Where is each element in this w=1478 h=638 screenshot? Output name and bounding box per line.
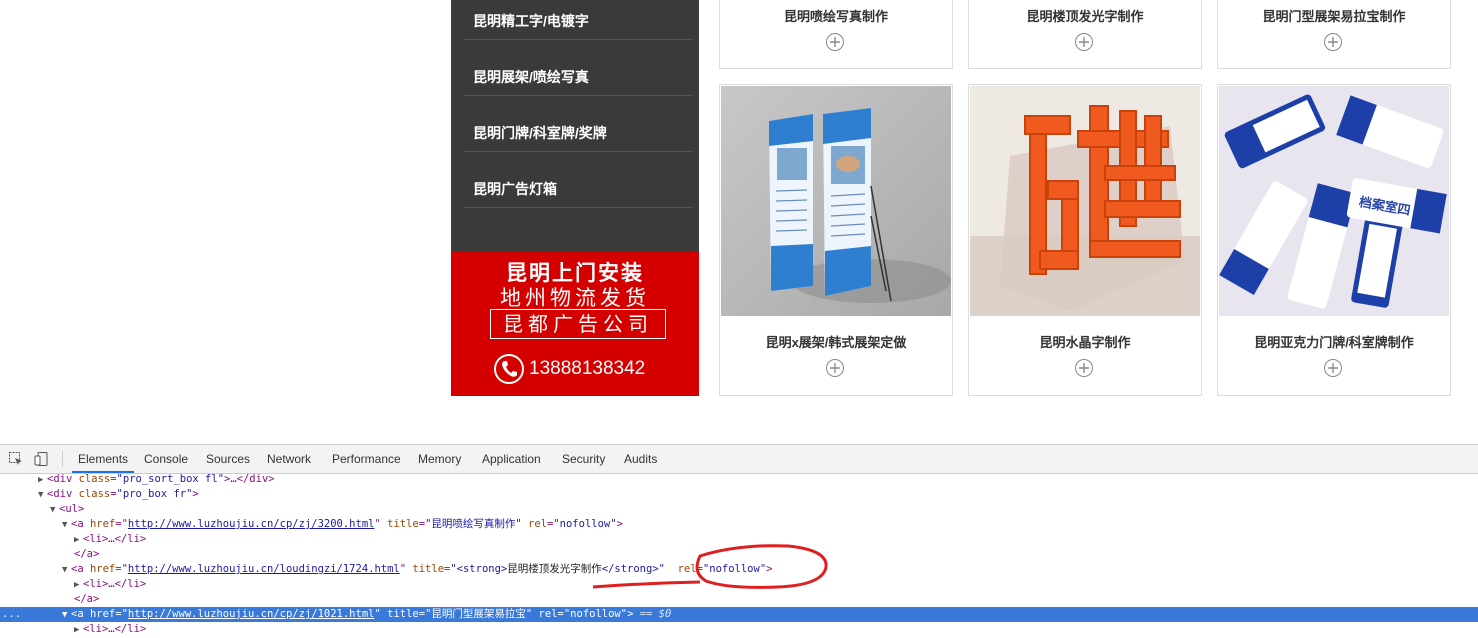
sidebar-item-jinggongzi[interactable]: 昆明精工字/电镀字 xyxy=(463,0,693,40)
contact-banner[interactable]: 昆明上门安装 地州物流发货 昆都广告公司 13888138342 xyxy=(451,251,699,396)
href-link[interactable]: http://www.luzhoujiu.cn/loudingzi/1724.h… xyxy=(128,563,400,575)
tab-sources[interactable]: Sources xyxy=(206,445,250,472)
tab-security[interactable]: Security xyxy=(562,445,605,472)
dom-node-li-3[interactable]: ▶ <li>…</li> xyxy=(0,622,1478,637)
dom-node-pro-box[interactable]: ▼ <div class="pro_box fr"> xyxy=(0,487,1478,502)
product-title: 昆明亚克力门牌/科室牌制作 xyxy=(1254,335,1414,350)
more-options-dots[interactable]: ... xyxy=(2,607,21,622)
href-link[interactable]: http://www.luzhoujiu.cn/cp/zj/1021.html xyxy=(128,608,375,620)
sidebar-item-label: 昆明精工字/电镀字 xyxy=(473,13,589,29)
sidebar-item-dengxiang[interactable]: 昆明广告灯箱 xyxy=(463,152,693,208)
inspect-element-icon[interactable] xyxy=(8,451,24,467)
tab-application[interactable]: Application xyxy=(482,445,541,472)
phone-number: 13888138342 xyxy=(529,358,646,379)
plus-circle-icon[interactable] xyxy=(826,359,844,377)
category-sidebar: 昆明精工字/电镀字 昆明展架/喷绘写真 昆明门牌/科室牌/奖牌 昆明广告灯箱 xyxy=(451,0,699,251)
devtools-toolbar: Elements Console Sources Network Perform… xyxy=(0,445,1478,474)
banner-company-name: 昆都广告公司 xyxy=(490,309,666,339)
phone-icon xyxy=(494,354,524,384)
product-card-loudingzi[interactable]: 昆明楼顶发光字制作 xyxy=(968,0,1202,69)
tab-network[interactable]: Network xyxy=(267,445,311,472)
tab-memory[interactable]: Memory xyxy=(418,445,461,472)
sidebar-item-label: 昆明展架/喷绘写真 xyxy=(473,69,589,85)
tab-performance[interactable]: Performance xyxy=(332,445,401,472)
product-image-x-banner xyxy=(721,86,951,316)
dom-node-pro-sort-box[interactable]: ▶ <div class="pro_sort_box fl">…</div> xyxy=(0,472,1478,487)
product-image-crystal-letters xyxy=(970,86,1200,316)
plus-circle-icon[interactable] xyxy=(1324,359,1342,377)
href-link[interactable]: http://www.luzhoujiu.cn/cp/zj/3200.html xyxy=(128,518,375,530)
device-toolbar-icon[interactable] xyxy=(34,451,50,467)
tab-audits[interactable]: Audits xyxy=(624,445,657,472)
devtools-panel: Elements Console Sources Network Perform… xyxy=(0,444,1478,635)
plus-circle-icon[interactable] xyxy=(1075,359,1093,377)
plus-circle-icon[interactable] xyxy=(826,33,844,51)
product-card-yakeli[interactable]: 档案室四 昆明亚克力门牌/科室牌制作 xyxy=(1217,84,1451,396)
product-title: 昆明x展架/韩式展架定做 xyxy=(765,335,907,350)
sidebar-item-zhanjia[interactable]: 昆明展架/喷绘写真 xyxy=(463,40,693,96)
product-card-penhui[interactable]: 昆明喷绘写真制作 xyxy=(719,0,953,69)
red-annotation-circle xyxy=(592,544,828,589)
product-title: 昆明水晶字制作 xyxy=(1039,335,1131,350)
product-image-door-plates: 档案室四 xyxy=(1219,86,1449,316)
dom-node-a-3-selected[interactable]: ... ▼ <a href="http://www.luzhoujiu.cn/cp/… xyxy=(0,607,1478,622)
product-card-xzhanjia[interactable]: 昆明x展架/韩式展架定做 xyxy=(719,84,953,396)
banner-logistics-text: 地州物流发货 xyxy=(500,286,650,310)
tab-console[interactable]: Console xyxy=(144,445,188,472)
product-title: 昆明喷绘写真制作 xyxy=(783,9,888,24)
tab-elements[interactable]: Elements xyxy=(72,445,135,473)
sidebar-item-label: 昆明门牌/科室牌/奖牌 xyxy=(473,125,607,141)
sidebar-item-menpai[interactable]: 昆明门牌/科室牌/奖牌 xyxy=(463,96,693,152)
dom-node-ul[interactable]: ▼ <ul> xyxy=(0,502,1478,517)
product-card-yilabao[interactable]: 昆明门型展架易拉宝制作 xyxy=(1217,0,1451,69)
product-card-shuijingzi[interactable]: 昆明水晶字制作 xyxy=(968,84,1202,396)
banner-phone: 13888138342 xyxy=(493,351,645,387)
sidebar-item-label: 昆明广告灯箱 xyxy=(473,181,557,197)
product-title: 昆明楼顶发光字制作 xyxy=(1026,9,1144,24)
plus-circle-icon[interactable] xyxy=(1324,33,1342,51)
product-title: 昆明门型展架易拉宝制作 xyxy=(1262,9,1406,24)
toolbar-divider xyxy=(62,451,63,467)
dom-node-a-1[interactable]: ▼ <a href="http://www.luzhoujiu.cn/cp/zj/… xyxy=(0,517,1478,532)
plus-circle-icon[interactable] xyxy=(1075,33,1093,51)
